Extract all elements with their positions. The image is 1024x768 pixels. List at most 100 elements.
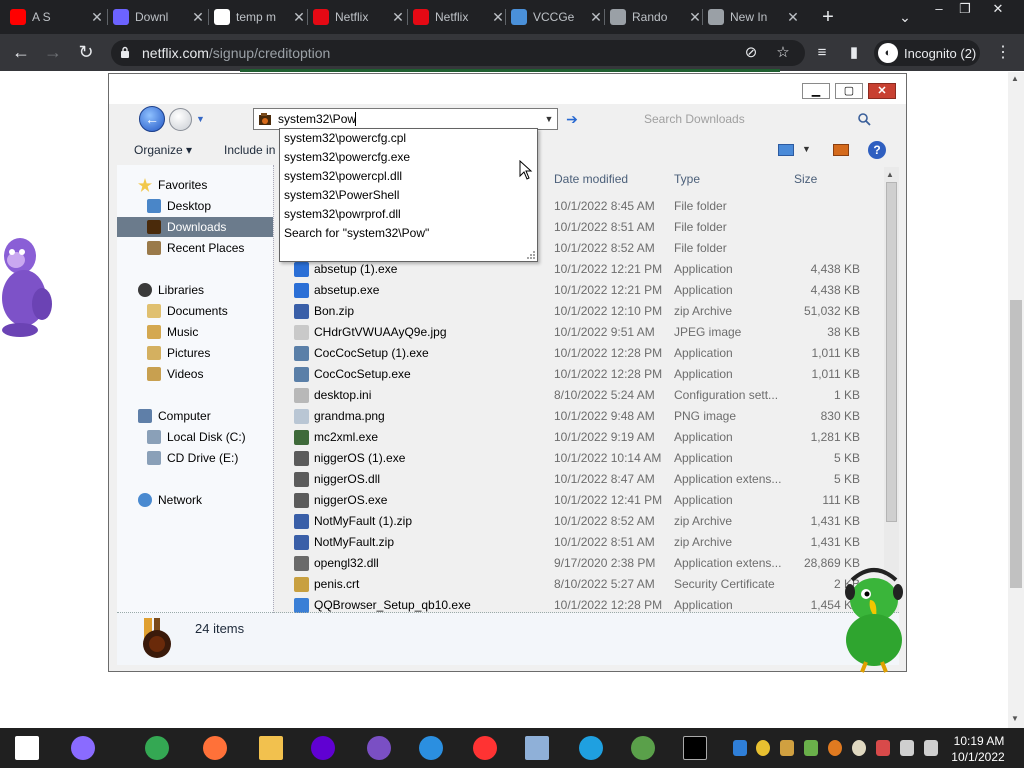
help-icon[interactable]: ? — [868, 141, 886, 159]
taskbar-clock-time[interactable]: 10:19 AM — [953, 734, 1005, 748]
close-tab-icon[interactable]: ✕ — [491, 9, 505, 26]
recent-pages-dropdown-icon[interactable]: ▼ — [196, 114, 206, 124]
page-scrollbar-thumb[interactable] — [1010, 300, 1022, 588]
reload-icon[interactable]: ↻ — [73, 39, 99, 65]
nav-libraries[interactable]: Libraries — [138, 280, 204, 300]
lock-icon[interactable] — [120, 46, 130, 58]
include-in-library-button[interactable]: Include in — [224, 143, 275, 157]
file-row[interactable]: absetup.exe 10/1/2022 12:21 PM Application… — [286, 280, 884, 301]
bookmark-star-icon[interactable]: ☆ — [772, 42, 794, 64]
file-row[interactable]: niggerOS.exe 10/1/2022 12:41 PM Applicatio… — [286, 490, 884, 511]
nav-cd-drive[interactable]: CD Drive (E:) — [147, 448, 238, 468]
arrow-app-icon[interactable] — [416, 733, 446, 763]
file-row[interactable]: NotMyFault (1).zip 10/1/2022 8:52 AM zip A… — [286, 511, 884, 532]
organize-button[interactable]: Organize ▾ — [134, 143, 192, 157]
file-row[interactable]: CocCocSetup (1).exe 10/1/2022 12:28 PM App… — [286, 343, 884, 364]
file-row[interactable]: mc2xml.exe 10/1/2022 9:19 AM Application 1,… — [286, 427, 884, 448]
scroll-up-arrow-icon[interactable]: ▲ — [886, 170, 894, 179]
browser-tab[interactable]: A S ✕ — [10, 0, 104, 34]
file-row[interactable]: Bon.zip 10/1/2022 12:10 PM zip Archive 51,0… — [286, 301, 884, 322]
browser-tab[interactable]: Netflix ✕ — [413, 0, 505, 34]
bonzi-icon[interactable] — [364, 733, 394, 763]
nav-computer[interactable]: Computer — [138, 406, 211, 426]
browser-tab[interactable]: VCCGe ✕ — [511, 0, 603, 34]
restore-window-button[interactable]: ❐ — [948, 0, 982, 18]
explorer-close-button[interactable]: ✕ — [868, 83, 896, 99]
close-tab-icon[interactable]: ✕ — [191, 9, 205, 26]
volume-icon[interactable] — [924, 740, 938, 756]
tray-blocked-icon[interactable] — [876, 740, 890, 756]
file-row[interactable]: opengl32.dll 9/17/2020 2:38 PM Application… — [286, 553, 884, 574]
browser-forward-arrow-icon[interactable]: → — [40, 39, 66, 65]
column-header-type[interactable]: Type — [674, 172, 700, 186]
autocomplete-search-item[interactable]: Search for "system32\Pow" — [284, 226, 429, 240]
file-row[interactable]: desktop.ini 8/10/2022 5:24 AM Configuratio… — [286, 385, 884, 406]
search-icon[interactable] — [857, 112, 871, 126]
file-list-scrollbar-thumb[interactable] — [886, 182, 897, 522]
page-scroll-down-icon[interactable]: ▼ — [1011, 714, 1019, 723]
autocomplete-item[interactable]: system32\PowerShell — [284, 188, 399, 202]
browser-tab[interactable]: temp m ✕ — [214, 0, 306, 34]
firefox-icon[interactable] — [200, 733, 230, 763]
browser-menu-icon[interactable]: ⋮ — [993, 42, 1013, 64]
autocomplete-item[interactable]: system32\powercfg.cpl — [284, 131, 406, 145]
file-row[interactable]: NotMyFault.zip 10/1/2022 8:51 AM zip Archi… — [286, 532, 884, 553]
page-scroll-up-icon[interactable]: ▲ — [1011, 74, 1019, 83]
nav-favorites[interactable]: Favorites — [138, 175, 207, 195]
tray-network-adapter-icon[interactable] — [733, 740, 747, 756]
address-dropdown-chevron-icon[interactable]: ▼ — [543, 112, 555, 126]
close-window-button[interactable]: ✕ — [981, 0, 1015, 18]
side-panel-icon[interactable]: ▮ — [843, 42, 865, 64]
tray-app-icon[interactable] — [804, 740, 818, 756]
url-text[interactable]: netflix.com/signup/creditoption — [142, 45, 330, 61]
autocomplete-item[interactable]: system32\powercfg.exe — [284, 150, 410, 164]
explorer-back-button[interactable]: ← — [139, 106, 165, 132]
tray-search-app-icon[interactable] — [828, 740, 842, 756]
cmd-icon[interactable] — [680, 733, 710, 763]
browser-tab[interactable]: New In ✕ — [708, 0, 800, 34]
file-row[interactable]: CocCocSetup.exe 10/1/2022 12:28 PM Applica… — [286, 364, 884, 385]
preview-pane-icon[interactable] — [833, 144, 849, 156]
tray-display-icon[interactable] — [900, 740, 914, 756]
nav-desktop[interactable]: Desktop — [147, 196, 211, 216]
explorer-maximize-button[interactable]: ▢ — [835, 83, 863, 99]
incognito-profile-button[interactable]: ◐ Incognito (2) — [874, 40, 980, 66]
tray-bananas-icon[interactable] — [780, 740, 794, 756]
new-tab-button[interactable]: + — [816, 5, 840, 29]
nav-recent-places[interactable]: Recent Places — [147, 238, 244, 258]
yahoo-icon[interactable] — [308, 733, 338, 763]
yandex-icon[interactable] — [470, 733, 500, 763]
close-tab-icon[interactable]: ✕ — [786, 9, 800, 26]
autocomplete-item[interactable]: system32\powercpl.dll — [284, 169, 402, 183]
eye-off-icon[interactable]: ⊘ — [740, 42, 762, 64]
cortana-icon[interactable] — [68, 733, 98, 763]
tray-smiley-icon[interactable] — [852, 740, 866, 756]
browser-tab[interactable]: Netflix ✕ — [313, 0, 405, 34]
media-queue-icon[interactable]: ≡ — [811, 42, 833, 64]
nav-pictures[interactable]: Pictures — [147, 343, 210, 363]
windows-start-icon[interactable] — [12, 733, 42, 763]
nav-music[interactable]: Music — [147, 322, 198, 342]
close-tab-icon[interactable]: ✕ — [292, 9, 306, 26]
file-row[interactable]: grandma.png 10/1/2022 9:48 AM PNG image 830… — [286, 406, 884, 427]
file-row[interactable]: absetup (1).exe 10/1/2022 12:21 PM Applica… — [286, 259, 884, 280]
close-tab-icon[interactable]: ✕ — [688, 9, 702, 26]
browser-back-arrow-icon[interactable]: ← — [8, 39, 34, 65]
go-arrow-icon[interactable]: ➔ — [562, 110, 582, 129]
column-header-size[interactable]: Size — [794, 172, 817, 186]
column-header-date-modified[interactable]: Date modified — [554, 172, 628, 186]
browser-tab[interactable]: Rando ✕ — [610, 0, 702, 34]
file-row[interactable]: CHdrGtVWUAAyQ9e.jpg 10/1/2022 9:51 AM JPEG… — [286, 322, 884, 343]
address-input[interactable]: system32\Pow — [278, 112, 356, 126]
nav-network[interactable]: Network — [138, 490, 202, 510]
navigation-pane-divider[interactable] — [273, 165, 275, 613]
search-input[interactable]: Search Downloads — [644, 112, 745, 126]
close-tab-icon[interactable]: ✕ — [589, 9, 603, 26]
file-row[interactable]: niggerOS.dll 10/1/2022 8:47 AM Application… — [286, 469, 884, 490]
tray-emoji-icon[interactable] — [756, 740, 770, 756]
autocomplete-item[interactable]: system32\powrprof.dll — [284, 207, 401, 221]
resize-grip-icon[interactable] — [526, 250, 536, 260]
parrot-assistant-figure[interactable] — [838, 566, 910, 674]
bonzi-gorilla-figure[interactable] — [0, 234, 56, 338]
browser-tab[interactable]: Downl ✕ — [113, 0, 205, 34]
